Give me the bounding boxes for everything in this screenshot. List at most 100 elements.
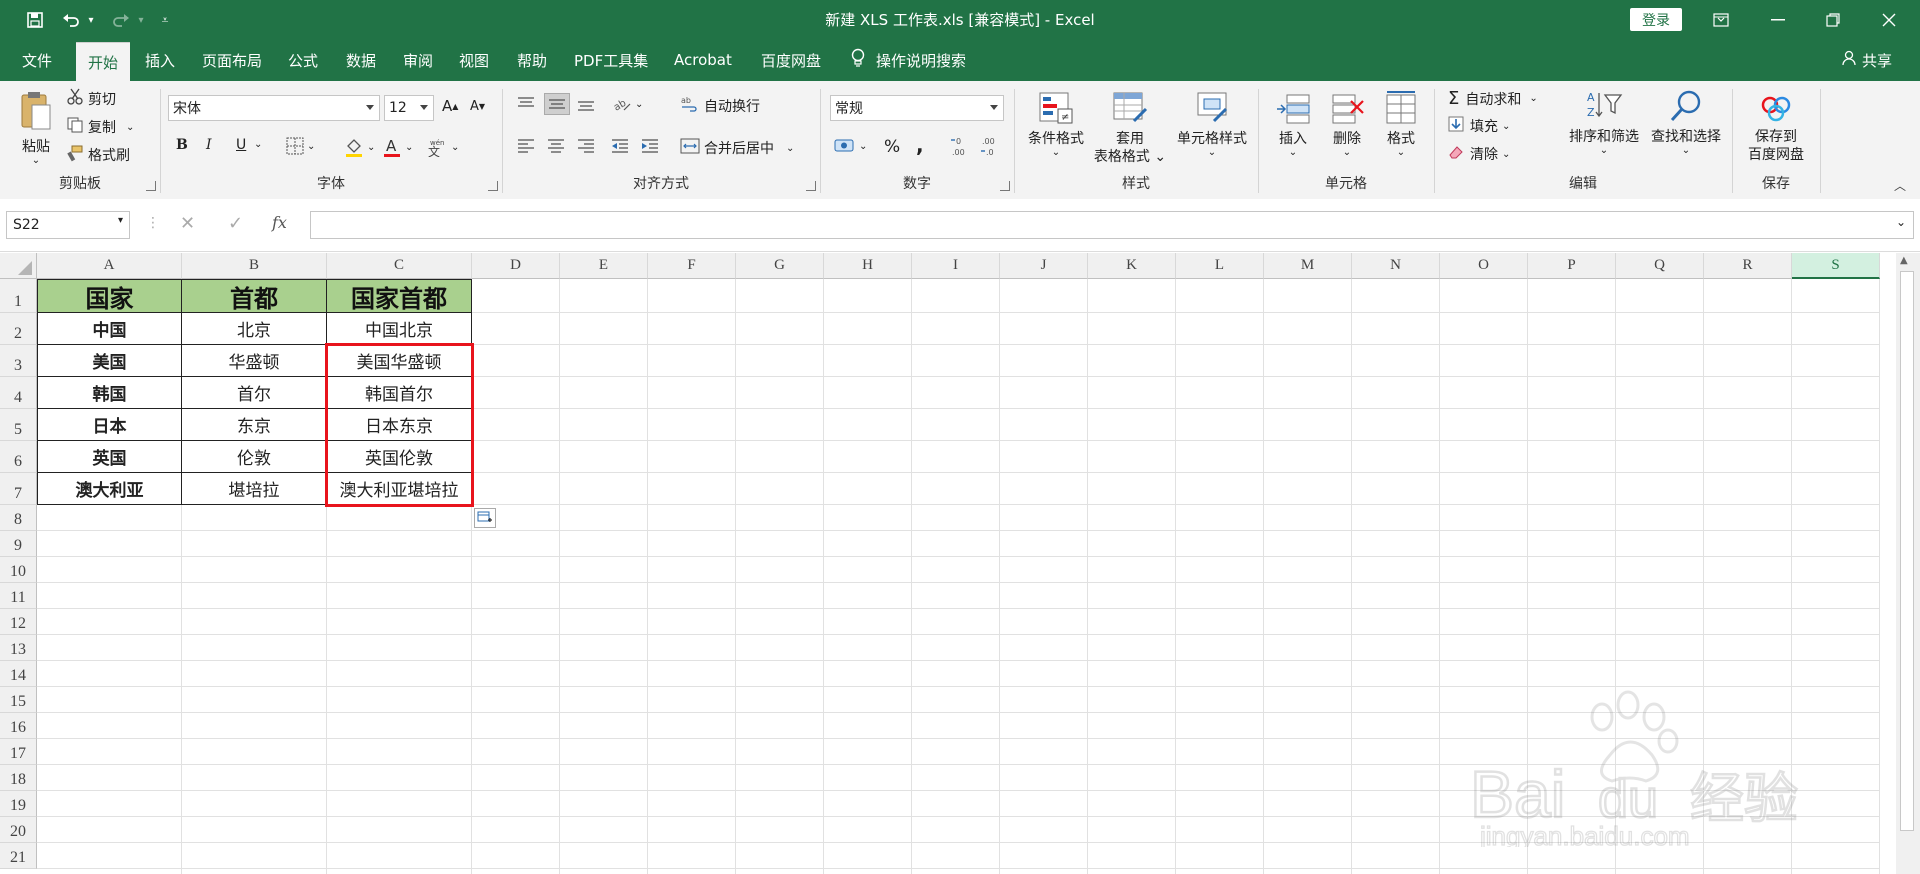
row-header-4[interactable]: 4: [0, 377, 37, 409]
column-header-f[interactable]: F: [648, 253, 736, 279]
column-header-l[interactable]: L: [1176, 253, 1264, 279]
table-cell[interactable]: 韩国: [37, 377, 182, 409]
font-color-icon[interactable]: A ⌄: [382, 137, 413, 157]
column-header-b[interactable]: B: [182, 253, 327, 279]
clear-button[interactable]: 清除 ⌄: [1448, 144, 1510, 164]
align-right-icon[interactable]: [576, 137, 596, 155]
column-header-g[interactable]: G: [736, 253, 824, 279]
close-icon[interactable]: [1866, 0, 1912, 39]
row-header-21[interactable]: 21: [0, 843, 37, 869]
row-header-18[interactable]: 18: [0, 765, 37, 791]
italic-button[interactable]: I: [206, 137, 212, 153]
row-header-14[interactable]: 14: [0, 661, 37, 687]
align-middle-icon[interactable]: [544, 93, 570, 115]
vertical-scrollbar[interactable]: ▲: [1896, 253, 1920, 874]
align-left-icon[interactable]: [516, 137, 536, 155]
cancel-entry-icon[interactable]: ✕: [180, 213, 195, 234]
fill-button[interactable]: 填充 ⌄: [1448, 116, 1510, 136]
cut-button[interactable]: 剪切: [66, 88, 116, 110]
expand-formula-bar-icon[interactable]: ⌄: [1896, 215, 1906, 229]
underline-dropdown-icon[interactable]: ⌄: [254, 139, 262, 150]
tab-view[interactable]: 视图: [459, 39, 489, 81]
paste-options-icon[interactable]: [474, 508, 496, 528]
wrap-text-button[interactable]: ab 自动换行: [680, 95, 760, 117]
column-header-h[interactable]: H: [824, 253, 912, 279]
fill-color-icon[interactable]: ⌄: [344, 137, 375, 157]
tab-acrobat[interactable]: Acrobat: [674, 39, 732, 81]
table-header-cell[interactable]: 国家: [37, 279, 182, 313]
column-header-e[interactable]: E: [560, 253, 648, 279]
worksheet-grid[interactable]: ABCDEFGHIJKLMNOPQRS 1 2 3 4 5 6 7 8 9 10 11 12 13 14 1…: [0, 253, 1920, 874]
column-header-s[interactable]: S: [1792, 253, 1880, 279]
accounting-format-icon[interactable]: ⌄: [834, 137, 867, 155]
column-header-j[interactable]: J: [1000, 253, 1088, 279]
row-header-15[interactable]: 15: [0, 687, 37, 713]
row-header-19[interactable]: 19: [0, 791, 37, 817]
row-header-8[interactable]: 8: [0, 505, 37, 531]
table-cell[interactable]: 英国: [37, 441, 182, 473]
text-orientation-icon[interactable]: ab ⌄: [612, 95, 643, 113]
clipboard-launcher-icon[interactable]: [146, 181, 156, 191]
share-button[interactable]: 共享: [1842, 39, 1892, 81]
align-center-icon[interactable]: [546, 137, 566, 155]
decrease-indent-icon[interactable]: [610, 137, 630, 155]
tab-review[interactable]: 审阅: [403, 39, 433, 81]
sort-filter-button[interactable]: AZ 排序和筛选 ⌄: [1564, 89, 1644, 156]
tab-file[interactable]: 文件: [22, 39, 52, 81]
number-launcher-icon[interactable]: [1000, 181, 1010, 191]
table-cell[interactable]: 中国: [37, 313, 182, 345]
confirm-entry-icon[interactable]: ✓: [228, 213, 243, 234]
row-header-3[interactable]: 3: [0, 345, 37, 377]
align-bottom-icon[interactable]: [576, 95, 596, 113]
scrollbar-thumb[interactable]: [1900, 271, 1914, 831]
row-header-9[interactable]: 9: [0, 531, 37, 557]
row-header-11[interactable]: 11: [0, 583, 37, 609]
row-header-1[interactable]: 1: [0, 279, 37, 313]
column-header-r[interactable]: R: [1704, 253, 1792, 279]
column-header-n[interactable]: N: [1352, 253, 1440, 279]
table-cell[interactable]: 中国北京: [327, 313, 472, 345]
align-top-icon[interactable]: [516, 95, 536, 113]
row-header-2[interactable]: 2: [0, 313, 37, 345]
column-header-q[interactable]: Q: [1616, 253, 1704, 279]
font-size-select[interactable]: 12: [384, 95, 434, 121]
row-header-20[interactable]: 20: [0, 817, 37, 843]
row-header-5[interactable]: 5: [0, 409, 37, 441]
restore-icon[interactable]: [1810, 0, 1856, 39]
tab-help[interactable]: 帮助: [517, 39, 547, 81]
table-header-cell[interactable]: 首都: [182, 279, 327, 313]
tab-page-layout[interactable]: 页面布局: [202, 39, 262, 81]
cell-styles-button[interactable]: 单元格样式 ⌄: [1172, 91, 1252, 158]
tab-data[interactable]: 数据: [346, 39, 376, 81]
table-cell[interactable]: 澳大利亚: [37, 473, 182, 505]
find-select-button[interactable]: 查找和选择 ⌄: [1644, 89, 1728, 156]
percent-style-button[interactable]: %: [884, 137, 900, 157]
insert-function-icon[interactable]: fx: [272, 213, 287, 232]
decrease-font-size-icon[interactable]: A ▼: [470, 99, 485, 114]
row-header-16[interactable]: 16: [0, 713, 37, 739]
table-cell[interactable]: 日本: [37, 409, 182, 441]
table-cell[interactable]: 北京: [182, 313, 327, 345]
column-header-o[interactable]: O: [1440, 253, 1528, 279]
underline-button[interactable]: U: [236, 137, 246, 153]
number-format-select[interactable]: 常规: [830, 95, 1004, 121]
column-header-k[interactable]: K: [1088, 253, 1176, 279]
tell-me-search[interactable]: 操作说明搜索: [850, 39, 966, 81]
column-header-p[interactable]: P: [1528, 253, 1616, 279]
autosum-button[interactable]: Σ 自动求和 ⌄: [1448, 88, 1538, 109]
row-header-10[interactable]: 10: [0, 557, 37, 583]
table-cell[interactable]: 东京: [182, 409, 327, 441]
login-button[interactable]: 登录: [1630, 8, 1682, 31]
copy-button[interactable]: 复制 ⌄: [66, 116, 134, 138]
tab-formulas[interactable]: 公式: [288, 39, 318, 81]
format-painter-button[interactable]: 格式刷: [66, 144, 130, 166]
format-as-table-button[interactable]: 套用 表格格式 ⌄: [1092, 91, 1168, 166]
decrease-decimal-icon[interactable]: .00.0: [980, 135, 1002, 157]
alignment-launcher-icon[interactable]: [806, 181, 816, 191]
delete-cells-button[interactable]: 删除 ⌄: [1322, 91, 1372, 158]
increase-font-size-icon[interactable]: A ▲: [442, 97, 458, 115]
tab-pdf-tools[interactable]: PDF工具集: [574, 39, 648, 81]
merge-center-button[interactable]: 合并后居中 ⌄: [680, 137, 794, 159]
row-header-17[interactable]: 17: [0, 739, 37, 765]
bold-button[interactable]: B: [176, 137, 188, 153]
